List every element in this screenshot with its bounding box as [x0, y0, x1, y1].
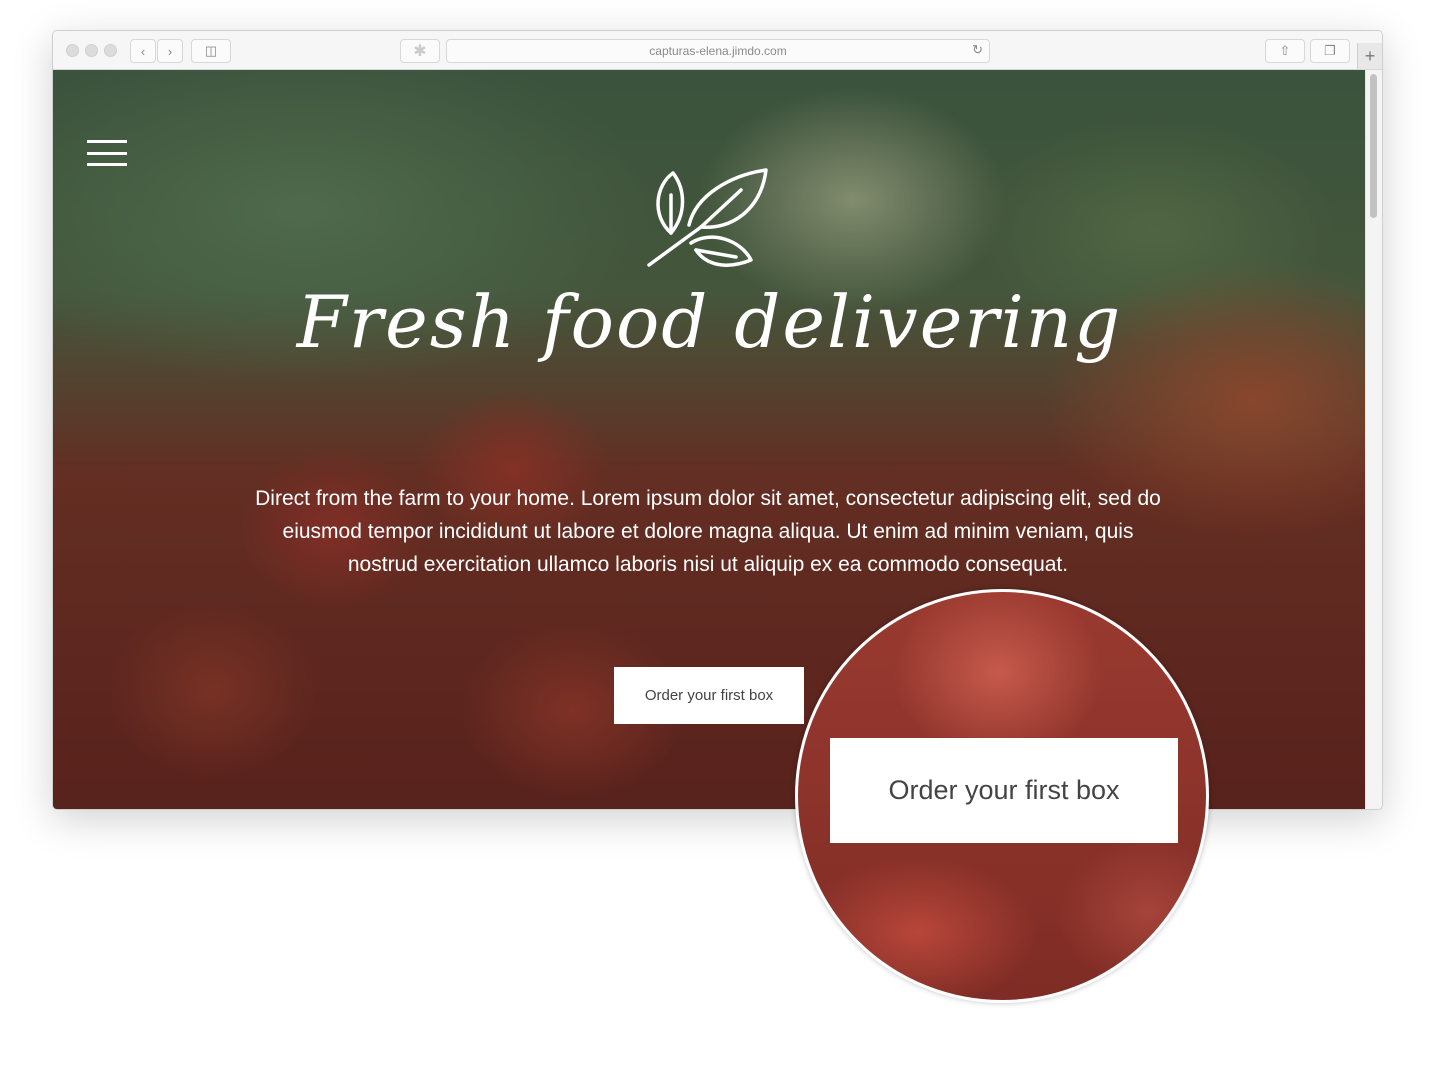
back-button[interactable]: ‹ — [130, 39, 156, 63]
scrollbar[interactable] — [1365, 70, 1382, 809]
tabs-icon: ❐ — [1324, 43, 1336, 58]
sidebar-icon: ◫ — [204, 43, 218, 58]
close-window-button[interactable] — [66, 44, 79, 57]
menu-button[interactable] — [87, 140, 127, 166]
maximize-window-button[interactable] — [104, 44, 117, 57]
forward-button[interactable]: › — [157, 39, 183, 63]
magnifier-callout: Order your first box — [795, 589, 1209, 1003]
reload-icon[interactable]: ↻ — [972, 42, 983, 58]
back-icon: ‹ — [140, 43, 146, 59]
browser-window: ‹ › ◫ ✱ capturas-elena.jimdo.com ↻ ⇧ ❐ +… — [52, 30, 1383, 810]
extension-button[interactable]: ✱ — [400, 39, 440, 63]
new-tab-icon: + — [1364, 45, 1376, 66]
hero-title: Fresh food delivering — [296, 280, 1123, 364]
extension-icon: ✱ — [413, 43, 427, 60]
share-icon: ⇧ — [1279, 43, 1291, 58]
leaf-logo-icon — [647, 168, 768, 267]
new-tab-button[interactable]: + — [1357, 43, 1382, 69]
address-bar[interactable]: capturas-elena.jimdo.com ↻ — [446, 39, 990, 63]
tabs-button[interactable]: ❐ — [1310, 39, 1350, 63]
url-text: capturas-elena.jimdo.com — [649, 44, 787, 58]
forward-icon: › — [167, 43, 173, 59]
share-button[interactable]: ⇧ — [1265, 39, 1305, 63]
sidebar-button[interactable]: ◫ — [191, 39, 231, 63]
browser-toolbar: ‹ › ◫ ✱ capturas-elena.jimdo.com ↻ ⇧ ❐ + — [53, 31, 1382, 70]
scrollbar-thumb[interactable] — [1370, 74, 1377, 218]
hero-description: Direct from the farm to your home. Lorem… — [255, 487, 1161, 576]
order-first-box-button[interactable]: Order your first box — [614, 667, 804, 724]
magnified-order-button: Order your first box — [830, 738, 1178, 843]
minimize-window-button[interactable] — [85, 44, 98, 57]
